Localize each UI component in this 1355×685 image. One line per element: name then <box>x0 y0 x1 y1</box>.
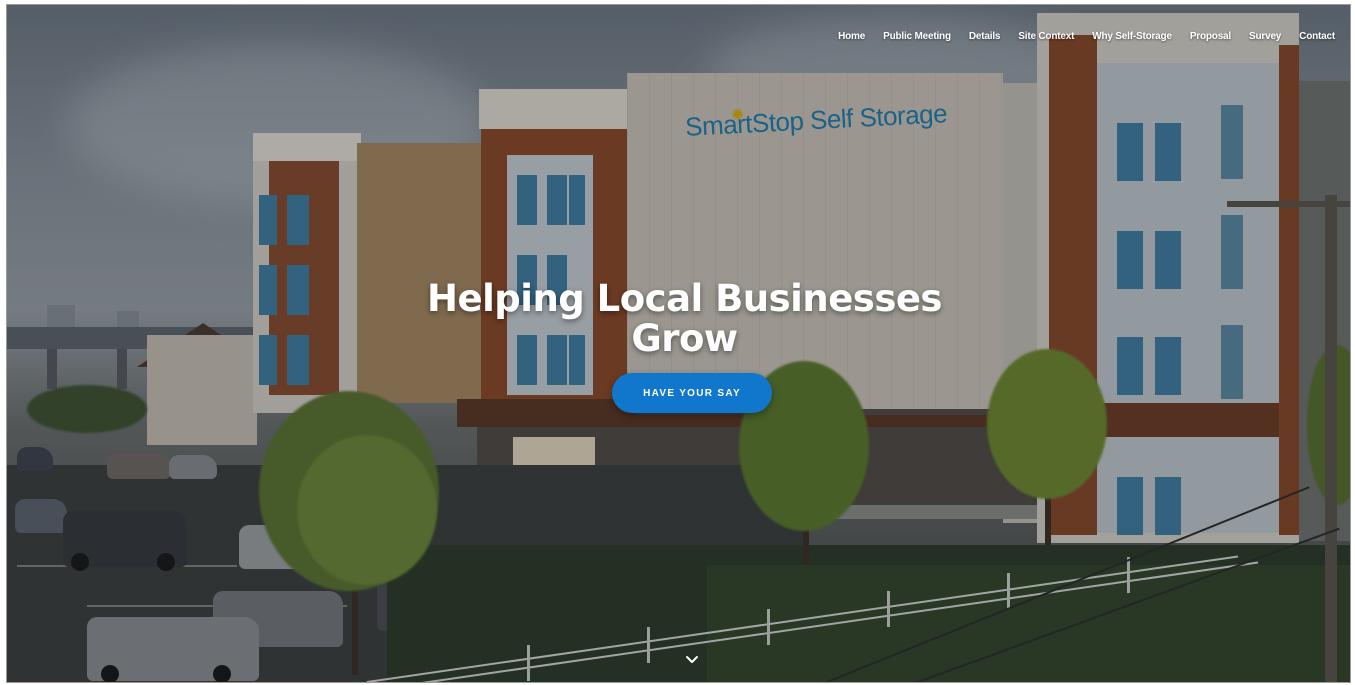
hero-section: ✺ SmartStop Self Storage Home Public Mee… <box>6 4 1351 683</box>
nav-item-site-context[interactable]: Site Context <box>1018 31 1074 42</box>
nav-item-proposal[interactable]: Proposal <box>1190 31 1231 42</box>
main-navigation: Home Public Meeting Details Site Context… <box>838 31 1335 42</box>
have-your-say-button[interactable]: HAVE YOUR SAY <box>612 373 772 413</box>
scroll-down-button[interactable] <box>684 652 700 668</box>
chevron-down-icon <box>686 656 698 663</box>
nav-item-home[interactable]: Home <box>838 31 865 42</box>
nav-item-details[interactable]: Details <box>969 31 1001 42</box>
nav-item-contact[interactable]: Contact <box>1299 31 1335 42</box>
nav-item-survey[interactable]: Survey <box>1249 31 1281 42</box>
hero-title: Helping Local Businesses Grow <box>427 277 942 360</box>
hero-content: Helping Local Businesses Grow <box>7 277 1350 360</box>
nav-item-public-meeting[interactable]: Public Meeting <box>883 31 951 42</box>
nav-item-why-self-storage[interactable]: Why Self-Storage <box>1092 31 1172 42</box>
